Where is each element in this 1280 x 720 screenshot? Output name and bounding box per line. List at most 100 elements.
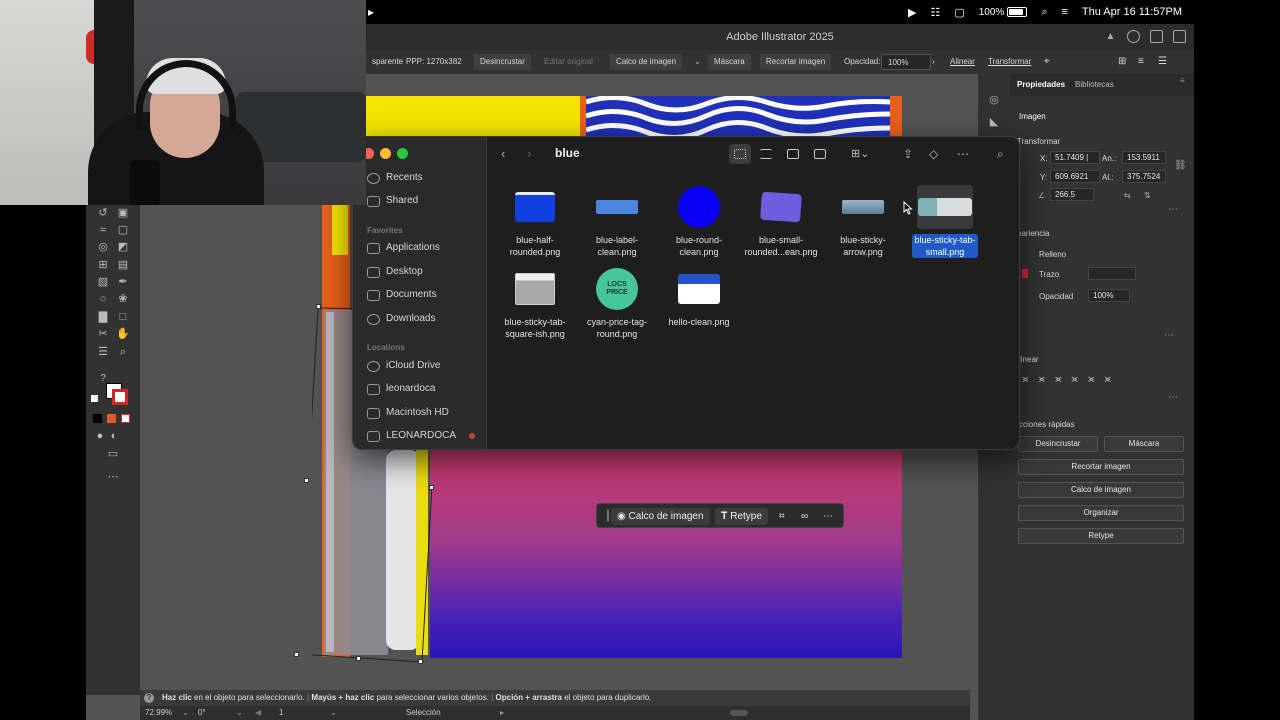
calco-dropdown-icon[interactable]: ⌄: [688, 54, 707, 70]
sidebar-item-icloud[interactable]: iCloud Drive: [367, 357, 479, 375]
mascara-quick-button[interactable]: Máscara: [1104, 436, 1184, 452]
y-field[interactable]: 609.6921: [1050, 170, 1100, 183]
file-item-selected[interactable]: blue-sticky-tab- small.png: [904, 185, 986, 258]
none-mode-icon[interactable]: [121, 414, 130, 423]
gradient-mode-icon[interactable]: [107, 414, 116, 423]
sidebar-item-documents[interactable]: Documents: [367, 286, 479, 304]
print-tiling-tool-icon[interactable]: ☰: [96, 346, 110, 358]
calco-imagen-button[interactable]: Calco de imagen: [610, 54, 683, 70]
icon-view-icon[interactable]: [729, 144, 751, 164]
list-view-icon[interactable]: [755, 144, 777, 164]
sidebar-item-shared[interactable]: Shared: [367, 192, 479, 210]
file-item[interactable]: blue-round- clean.png: [658, 185, 740, 258]
horizontal-scrollbar[interactable]: [730, 710, 748, 716]
flip-vertical-icon[interactable]: ⇅: [1144, 191, 1151, 200]
sidebar-item-home[interactable]: leonardoca: [367, 380, 479, 398]
draw-normal-icon[interactable]: ●: [93, 430, 107, 442]
file-item[interactable]: blue-label- clean.png: [576, 185, 658, 258]
selection-handle[interactable]: [418, 659, 423, 664]
artboard-number[interactable]: 1: [279, 706, 283, 720]
link-icon[interactable]: ∞: [795, 508, 814, 525]
artwork-yellow-strip[interactable]: [332, 205, 348, 255]
gradient-tool-icon[interactable]: ▧: [96, 276, 110, 288]
group-by-icon[interactable]: ⊞⌄: [851, 147, 869, 161]
back-icon[interactable]: ‹: [501, 147, 505, 161]
more-align-icon[interactable]: ⋯: [1168, 392, 1179, 403]
sidebar-item-applications[interactable]: Applications: [367, 239, 479, 257]
rotation-value[interactable]: 0°: [198, 706, 206, 720]
eject-icon[interactable]: [469, 433, 475, 439]
selection-handle[interactable]: [304, 478, 309, 483]
x-field[interactable]: 51.7409 |: [1050, 151, 1100, 164]
rotate-tool-icon[interactable]: ↺: [96, 207, 110, 219]
more-transform-icon[interactable]: ⋯: [1168, 204, 1179, 215]
tab-bibliotecas[interactable]: Bibliotecas: [1075, 80, 1114, 89]
distribute-icon[interactable]: ≡: [1132, 54, 1150, 70]
transformar-link[interactable]: Transformar: [982, 54, 1037, 70]
constrain-proportions-icon[interactable]: ⛓: [1174, 160, 1187, 171]
minimize-window-button[interactable]: [380, 148, 391, 159]
recortar-imagen-quick-button[interactable]: Recortar imagen: [1018, 459, 1184, 475]
retype-quick-button[interactable]: Retype: [1018, 528, 1184, 544]
search-icon[interactable]: ⌕: [997, 147, 1004, 161]
eyedropper-tool-icon[interactable]: ✒: [116, 276, 130, 288]
search-icon[interactable]: [1127, 30, 1140, 43]
taskbar-calco-button[interactable]: ◉ Calco de imagen: [611, 508, 710, 525]
perspective-grid-tool-icon[interactable]: ⊞: [96, 259, 110, 271]
flip-horizontal-icon[interactable]: ⇆: [1124, 191, 1131, 200]
sidebar-item-downloads[interactable]: Downloads: [367, 310, 479, 328]
desincrustar-button[interactable]: Desincrustar: [474, 54, 531, 70]
more-options-icon[interactable]: ☰: [1152, 54, 1173, 70]
battery-indicator[interactable]: 100%: [979, 7, 1028, 18]
shape-builder-tool-icon[interactable]: ◎: [96, 241, 110, 253]
forward-icon[interactable]: ›: [527, 147, 531, 161]
tag-icon[interactable]: ◇: [929, 147, 938, 161]
crop-icon[interactable]: ⌗: [773, 508, 791, 525]
control-center-icon[interactable]: ≡: [1061, 6, 1067, 18]
artboard-tool-icon[interactable]: □: [116, 311, 130, 323]
file-item[interactable]: blue-sticky- arrow.png: [822, 185, 904, 258]
arrange-icon[interactable]: ⊞: [1112, 54, 1132, 70]
file-item[interactable]: blue-small- rounded...ean.png: [740, 185, 822, 258]
taskbar-retype-button[interactable]: 𝐓 Retype: [715, 508, 768, 525]
zoom-tool-icon[interactable]: ⌕: [116, 346, 130, 358]
tab-propiedades[interactable]: Propiedades: [1017, 80, 1065, 89]
gallery-view-icon[interactable]: [809, 144, 831, 164]
stroke-swatch[interactable]: [112, 389, 128, 405]
color-mode-icon[interactable]: [93, 414, 102, 423]
default-colors-icon[interactable]: [91, 395, 98, 402]
file-item[interactable]: hello-clean.png: [658, 267, 740, 328]
zoom-level[interactable]: 72.99%: [145, 706, 172, 720]
status-arrow-icon[interactable]: ▸: [500, 706, 504, 720]
hand-tool-icon[interactable]: ✋: [116, 328, 130, 340]
share-icon[interactable]: ⇪: [903, 147, 913, 161]
panel-menu-icon[interactable]: ≡: [1180, 76, 1185, 85]
zoom-dropdown-icon[interactable]: ⌄: [182, 706, 189, 720]
edit-toolbar-icon[interactable]: ⋯: [106, 471, 120, 483]
desincrustar-quick-button[interactable]: Desincrustar: [1018, 436, 1098, 452]
menubar-clock[interactable]: Thu Apr 16 11:57PM: [1082, 6, 1182, 18]
scale-tool-icon[interactable]: ▣: [116, 207, 130, 219]
more-appearance-icon[interactable]: ⋯: [1164, 330, 1175, 341]
live-paint-tool-icon[interactable]: ◩: [116, 241, 130, 253]
warp-tool-icon[interactable]: ≈: [96, 224, 110, 236]
free-transform-tool-icon[interactable]: ▢: [116, 224, 130, 236]
artwork-yellow-band[interactable]: [366, 96, 582, 136]
selection-handle[interactable]: [356, 656, 361, 661]
wifi-icon[interactable]: ☷: [930, 6, 940, 19]
play-status-icon[interactable]: ▶: [908, 6, 916, 19]
height-field[interactable]: 375.7524: [1122, 170, 1166, 183]
opacidad-field[interactable]: 100%: [1088, 289, 1130, 302]
sidebar-item-macintosh-hd[interactable]: Macintosh HD: [367, 404, 479, 422]
screen-mode-icon[interactable]: ▭: [106, 448, 120, 460]
mesh-tool-icon[interactable]: ▤: [116, 259, 130, 271]
trazo-swatch[interactable]: [1022, 269, 1028, 278]
taskbar-more-icon[interactable]: ⋯: [817, 508, 839, 525]
calco-imagen-quick-button[interactable]: Calco de imagen: [1018, 482, 1184, 498]
sidebar-item-recents[interactable]: Recents: [367, 169, 479, 187]
trazo-weight-field[interactable]: [1088, 267, 1136, 280]
draw-inside-icon[interactable]: ◐: [107, 430, 121, 442]
spotlight-search-icon[interactable]: ⌕: [1041, 6, 1047, 19]
slice-tool-icon[interactable]: ✂: [96, 328, 110, 340]
notifications-icon[interactable]: ▲: [1104, 30, 1117, 43]
